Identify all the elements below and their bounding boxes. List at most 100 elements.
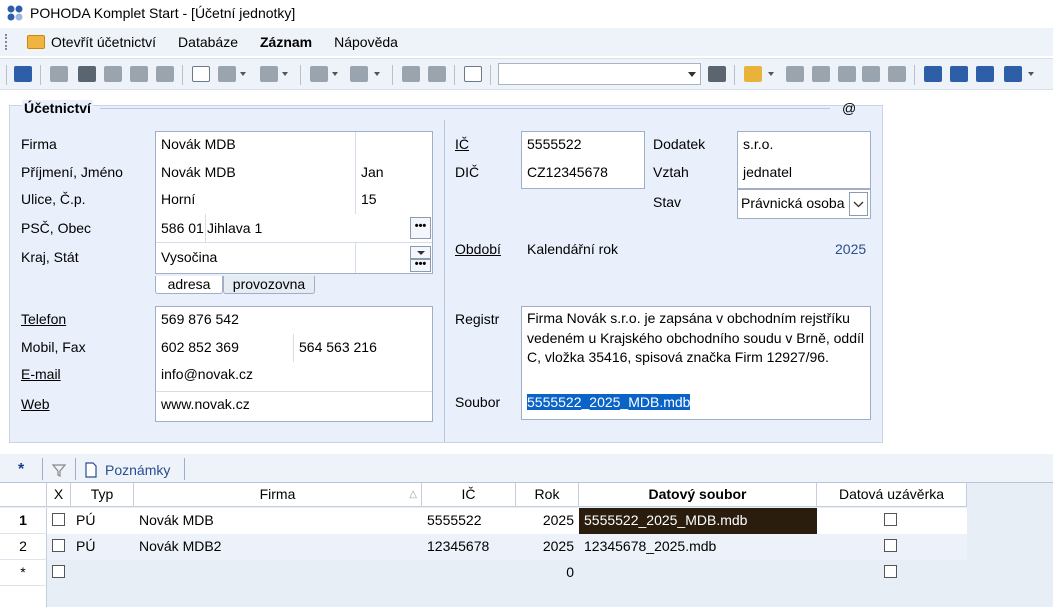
ic-input[interactable]: 5555522 xyxy=(527,136,582,152)
print-icon[interactable] xyxy=(78,66,96,82)
chevron-down-icon[interactable] xyxy=(240,72,246,76)
label-ic-link[interactable]: IČ xyxy=(455,136,469,152)
cell-ic[interactable]: 12345678 xyxy=(422,534,516,560)
dodatek-input[interactable]: s.r.o. xyxy=(743,136,773,152)
new-table-row[interactable]: 0 xyxy=(47,560,967,586)
tab-notes[interactable]: Poznámky xyxy=(84,458,170,482)
menu-database[interactable]: Databáze xyxy=(167,28,249,56)
row-header[interactable]: 2 xyxy=(0,534,47,560)
window-icon[interactable] xyxy=(924,66,942,82)
cell-firma[interactable]: Novák MDB2 xyxy=(134,534,422,560)
col-header-datova-uzaverka[interactable]: Datová uzávěrka xyxy=(817,483,967,507)
back-arrow-icon[interactable] xyxy=(310,66,328,82)
cell-rok[interactable]: 2025 xyxy=(516,534,579,560)
web-input[interactable]: www.novak.cz xyxy=(161,396,250,412)
menu-record[interactable]: Záznam xyxy=(249,28,323,56)
clipboard-icon[interactable] xyxy=(156,66,174,82)
registr-textarea[interactable]: Firma Novák s.r.o. je zapsána v obchodní… xyxy=(527,309,867,368)
layout-icon[interactable] xyxy=(950,66,968,82)
report-icon[interactable] xyxy=(838,66,856,82)
tab-adresa[interactable]: adresa xyxy=(155,276,223,294)
cell-datovy-soubor[interactable]: 5555522_2025_MDB.mdb xyxy=(579,508,817,534)
cell-datovy-soubor[interactable]: 12345678_2025.mdb xyxy=(579,534,817,560)
row-x-checkbox[interactable] xyxy=(52,513,65,526)
filter-icon[interactable] xyxy=(708,66,726,82)
structure-icon[interactable] xyxy=(862,66,880,82)
telefon-input[interactable]: 569 876 542 xyxy=(161,311,239,327)
cell-typ[interactable]: PÚ xyxy=(71,534,134,560)
email-input[interactable]: info@novak.cz xyxy=(161,366,253,382)
edit-brush-icon[interactable] xyxy=(218,66,236,82)
tab-filter[interactable] xyxy=(52,458,66,482)
new-record-icon[interactable] xyxy=(192,66,210,82)
label-telefon-link[interactable]: Telefon xyxy=(21,311,66,327)
chevron-down-icon[interactable] xyxy=(282,72,288,76)
tab-provozovna[interactable]: provozovna xyxy=(223,276,315,294)
tab-star[interactable]: * xyxy=(18,458,24,482)
firma-input[interactable]: Novák MDB xyxy=(161,136,236,152)
barcode-icon[interactable] xyxy=(888,66,906,82)
label-email-link[interactable]: E-mail xyxy=(21,366,61,382)
obec-input[interactable]: Jihlava 1 xyxy=(207,220,262,236)
panel-icon[interactable] xyxy=(976,66,994,82)
row-x-checkbox[interactable] xyxy=(52,565,65,578)
uzaverka-checkbox[interactable] xyxy=(884,513,897,526)
jmeno-input[interactable]: Jan xyxy=(361,164,384,180)
cell-firma[interactable]: Novák MDB xyxy=(134,508,422,534)
label-web-link[interactable]: Web xyxy=(21,396,50,412)
table-row[interactable]: PÚ Novák MDB2 12345678 2025 12345678_202… xyxy=(47,534,967,560)
col-header-firma[interactable]: Firma △ xyxy=(134,483,422,507)
duplicate-icon[interactable] xyxy=(464,66,482,82)
chevron-down-icon[interactable] xyxy=(1028,72,1034,76)
col-header-typ[interactable]: Typ xyxy=(71,483,134,507)
stat-lookup-button[interactable]: ••• xyxy=(410,259,431,272)
help-cursor-icon[interactable] xyxy=(1004,66,1022,82)
copy-record-icon[interactable] xyxy=(50,66,68,82)
exit-icon[interactable] xyxy=(14,66,32,82)
fax-input[interactable]: 564 563 216 xyxy=(299,339,377,355)
cell-rok[interactable]: 2025 xyxy=(516,508,579,534)
psc-input[interactable]: 586 01 xyxy=(161,220,204,236)
document-icon[interactable] xyxy=(786,66,804,82)
print-preview-icon[interactable] xyxy=(104,66,122,82)
chevron-down-icon[interactable] xyxy=(688,72,696,77)
mobil-input[interactable]: 602 852 369 xyxy=(161,339,239,355)
chevron-down-icon[interactable] xyxy=(768,72,774,76)
uzaverka-checkbox[interactable] xyxy=(884,539,897,552)
uzaverka-checkbox[interactable] xyxy=(884,565,897,578)
favorites-icon[interactable] xyxy=(744,66,762,82)
cell-rok[interactable]: 0 xyxy=(516,560,579,586)
col-header-ic[interactable]: IČ xyxy=(422,483,516,507)
toolbar-combo[interactable] xyxy=(498,63,701,85)
row-header[interactable]: 1 xyxy=(0,508,47,534)
col-header-datovy-soubor[interactable]: Datový soubor xyxy=(579,483,817,507)
soubor-input[interactable]: 5555522_2025_MDB.mdb xyxy=(527,393,691,411)
obec-lookup-button[interactable]: ••• xyxy=(410,217,431,239)
ulice-input[interactable]: Horní xyxy=(161,191,195,207)
menu-open-accounting[interactable]: Otevřít účetnictví xyxy=(16,28,167,56)
chevron-down-icon[interactable] xyxy=(374,72,380,76)
cell-ic[interactable]: 5555522 xyxy=(422,508,516,534)
chevron-down-icon[interactable] xyxy=(332,72,338,76)
menu-help[interactable]: Nápověda xyxy=(323,28,409,56)
cell-typ[interactable]: PÚ xyxy=(71,508,134,534)
export-icon[interactable] xyxy=(130,66,148,82)
vztah-input[interactable]: jednatel xyxy=(743,164,792,180)
cancel-edit-icon[interactable] xyxy=(428,66,446,82)
documents-icon[interactable] xyxy=(812,66,830,82)
stav-dropdown-button[interactable] xyxy=(849,192,868,216)
row-x-checkbox[interactable] xyxy=(52,539,65,552)
record-view-icon[interactable] xyxy=(260,66,278,82)
dic-input[interactable]: CZ12345678 xyxy=(527,164,608,180)
col-header-x[interactable]: X xyxy=(47,483,71,507)
new-row-header[interactable]: * xyxy=(0,560,47,586)
kraj-input[interactable]: Vysočina xyxy=(161,249,217,265)
label-obdobi-link[interactable]: Období xyxy=(455,241,501,257)
save-icon[interactable] xyxy=(402,66,420,82)
email-at-button[interactable]: @ xyxy=(842,100,856,116)
tools-icon[interactable] xyxy=(350,66,368,82)
table-row[interactable]: PÚ Novák MDB 5555522 2025 5555522_2025_M… xyxy=(47,508,967,534)
cp-input[interactable]: 15 xyxy=(361,191,377,207)
col-header-rok[interactable]: Rok xyxy=(516,483,579,507)
prijmeni-input[interactable]: Novák MDB xyxy=(161,164,236,180)
